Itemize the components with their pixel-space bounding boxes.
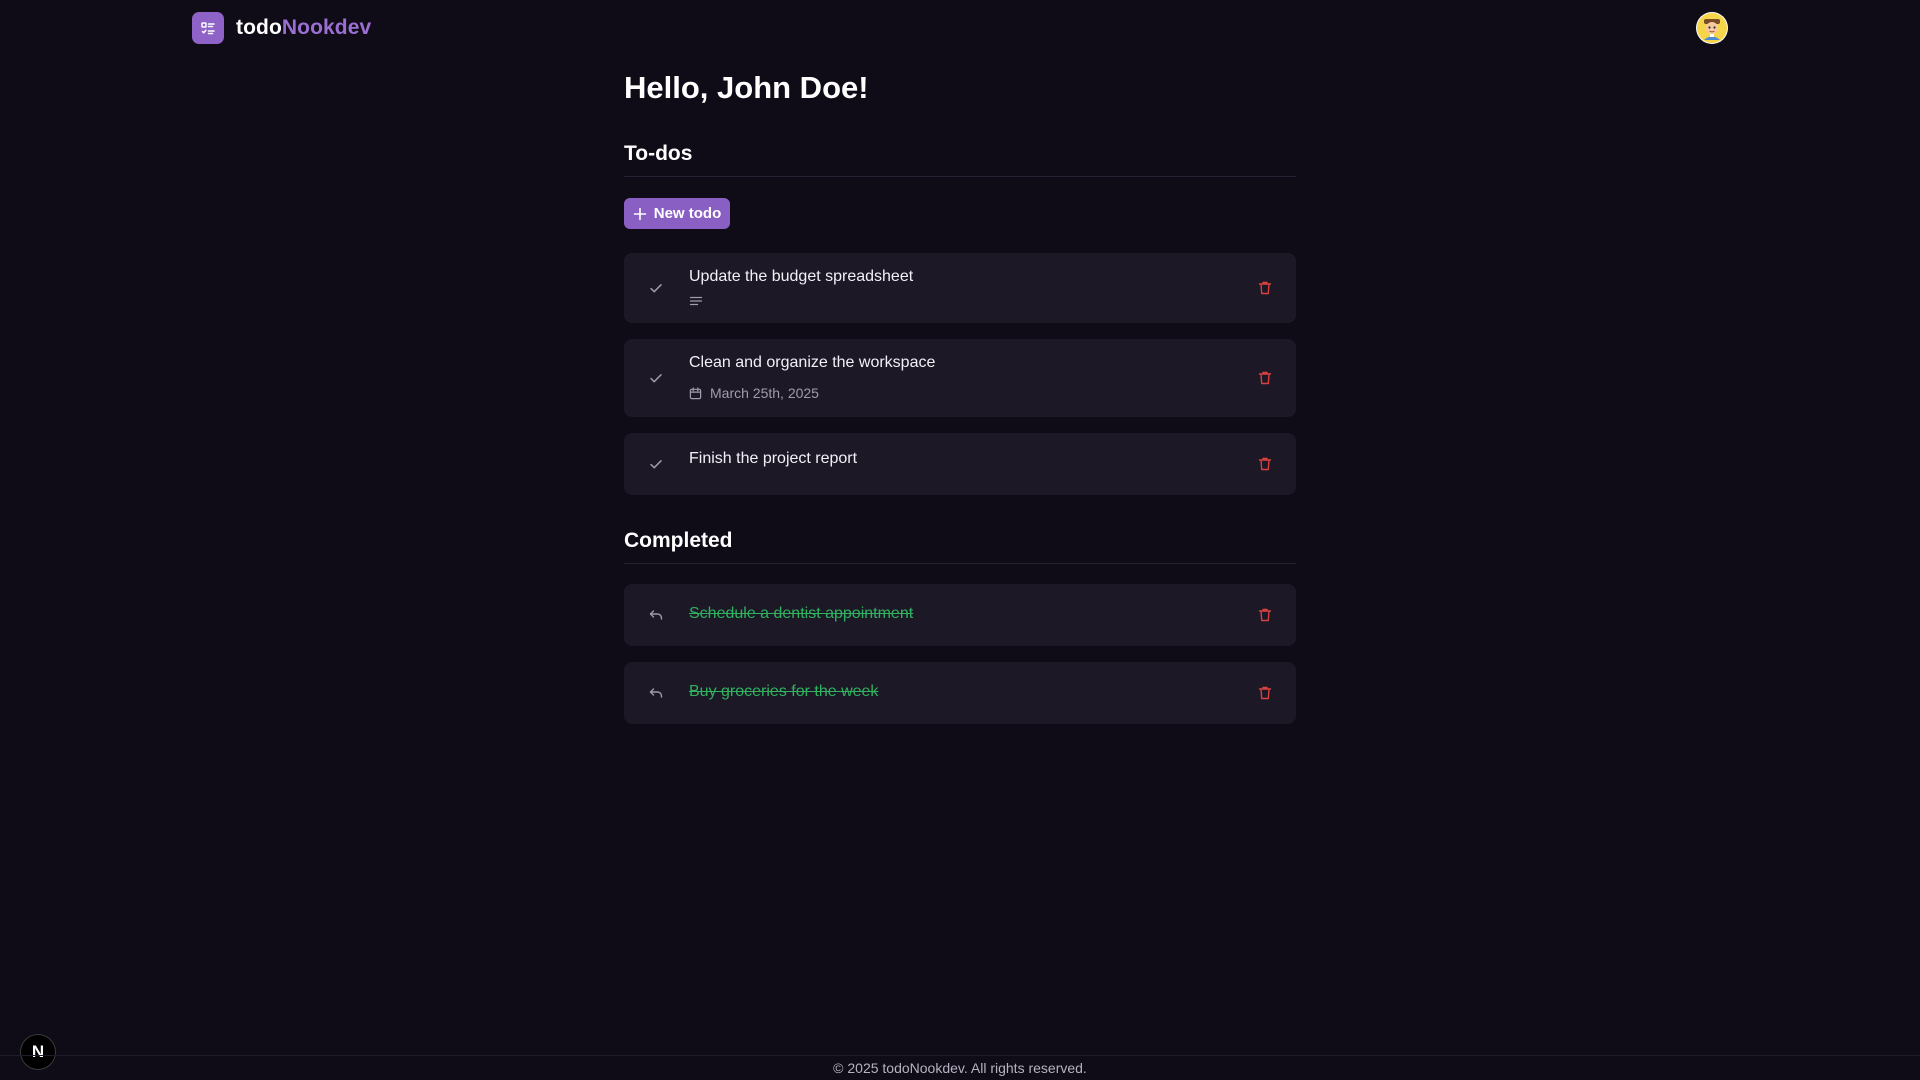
- top-bar: todoNookdev: [0, 0, 1920, 56]
- user-avatar-icon: [1697, 13, 1727, 43]
- brand-link[interactable]: todoNookdev: [192, 12, 371, 44]
- trash-icon: [1258, 281, 1272, 295]
- todo-title: Finish the project report: [689, 450, 858, 467]
- complete-todo-button[interactable]: [646, 278, 666, 298]
- footer: © 2025 todoNookdev. All rights reserved.: [0, 1055, 1920, 1080]
- user-avatar[interactable]: [1696, 12, 1728, 44]
- calendar-icon: [689, 386, 702, 399]
- todo-item: Clean and organize the workspace March 2…: [624, 339, 1296, 417]
- delete-todo-button[interactable]: [1255, 605, 1275, 625]
- delete-todo-button[interactable]: [1255, 683, 1275, 703]
- todo-title: Clean and organize the workspace: [689, 354, 936, 371]
- delete-todo-button[interactable]: [1255, 278, 1275, 298]
- check-icon: [650, 460, 662, 469]
- trash-icon: [1258, 371, 1272, 385]
- list-checks-icon: [192, 12, 224, 44]
- completed-item: Buy groceries for the week: [624, 662, 1296, 724]
- trash-icon: [1258, 608, 1272, 622]
- plus-icon: [633, 207, 647, 220]
- footer-copyright: © 2025 todoNookdev. All rights reserved.: [833, 1060, 1087, 1076]
- app-root: todoNookdev Hello, John Doe! To-dos New …: [0, 0, 1920, 1080]
- todo-meta: [689, 295, 703, 307]
- todo-title: Update the budget spreadsheet: [689, 268, 914, 285]
- undo-icon: [649, 610, 663, 620]
- undo-icon: [649, 688, 663, 698]
- brand-name: todoNookdev: [236, 16, 371, 40]
- check-icon: [650, 284, 662, 293]
- delete-todo-button[interactable]: [1255, 454, 1275, 474]
- todos-section-title: To-dos: [624, 142, 1296, 177]
- completed-title: Schedule a dentist appointment: [689, 605, 914, 622]
- complete-todo-button[interactable]: [646, 454, 666, 474]
- complete-todo-button[interactable]: [646, 368, 666, 388]
- todo-meta: March 25th, 2025: [689, 385, 819, 401]
- trash-icon: [1258, 457, 1272, 471]
- new-todo-button[interactable]: New todo: [624, 198, 730, 229]
- todo-item: Update the budget spreadsheet: [624, 253, 1296, 323]
- completed-section-title: Completed: [624, 529, 1296, 564]
- undo-complete-button[interactable]: [646, 605, 666, 625]
- notes-icon: [689, 296, 703, 306]
- greeting-heading: Hello, John Doe!: [624, 70, 869, 105]
- brand-name-accent: Nookdev: [281, 16, 372, 39]
- delete-todo-button[interactable]: [1255, 368, 1275, 388]
- undo-complete-button[interactable]: [646, 683, 666, 703]
- completed-item: Schedule a dentist appointment: [624, 584, 1296, 646]
- check-icon: [650, 374, 662, 383]
- brand-name-primary: todo: [236, 16, 282, 39]
- trash-icon: [1258, 686, 1272, 700]
- new-todo-label: New todo: [653, 205, 722, 222]
- completed-title: Buy groceries for the week: [689, 683, 879, 700]
- todo-due-date: March 25th, 2025: [710, 385, 819, 401]
- todo-item: Finish the project report: [624, 433, 1296, 495]
